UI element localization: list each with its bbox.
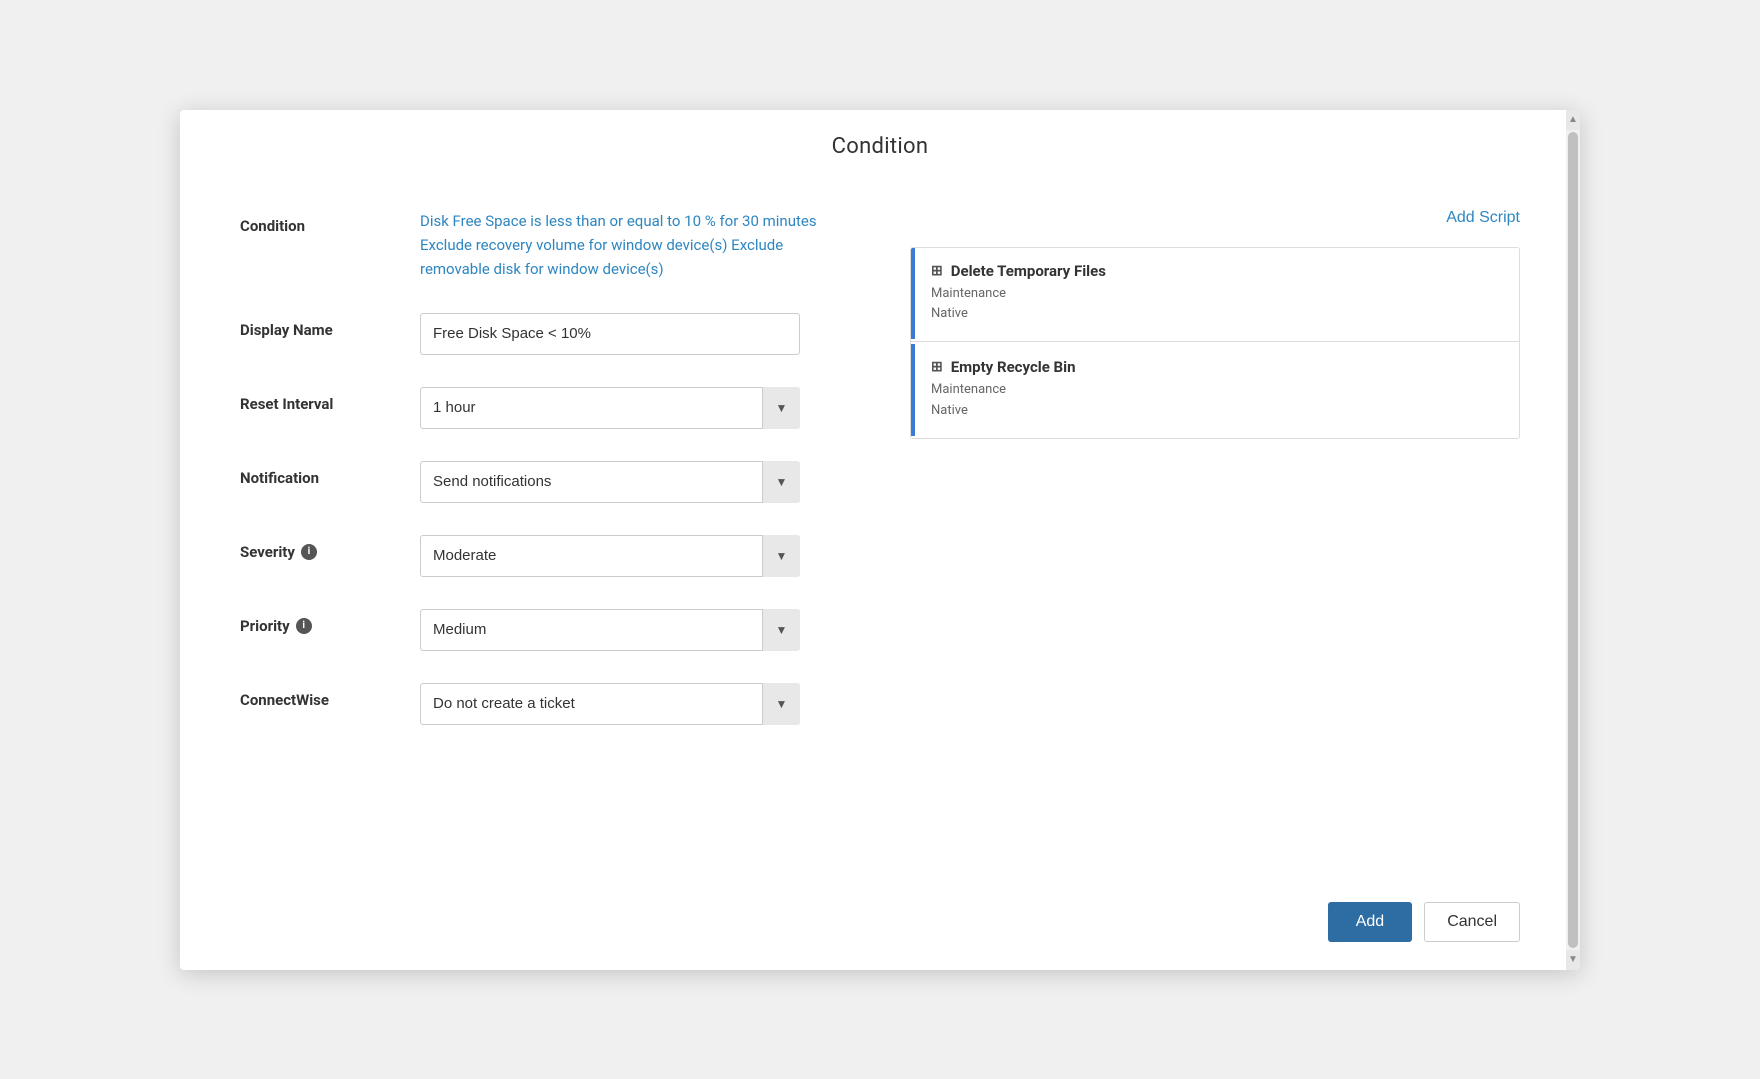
cancel-button[interactable]: Cancel — [1424, 902, 1520, 942]
notification-value: Send notifications Do not send notificat… — [420, 461, 850, 503]
severity-label: Severity i — [240, 535, 420, 561]
condition-value: Disk Free Space is less than or equal to… — [420, 209, 850, 281]
priority-select[interactable]: Low Medium High — [420, 609, 800, 651]
display-name-row: Display Name — [240, 313, 850, 355]
connectwise-label: ConnectWise — [240, 683, 420, 709]
connectwise-row: ConnectWise Do not create a ticket Creat… — [240, 683, 850, 725]
scroll-down-arrow[interactable]: ▼ — [1566, 950, 1580, 970]
priority-info-icon[interactable]: i — [296, 618, 312, 634]
display-name-label: Display Name — [240, 313, 420, 339]
scripts-container: ⊞ Delete Temporary Files Maintenance Nat… — [910, 247, 1520, 439]
display-name-input[interactable] — [420, 313, 800, 355]
notification-select[interactable]: Send notifications Do not send notificat… — [420, 461, 800, 503]
list-item: ⊞ Delete Temporary Files Maintenance Nat… — [911, 248, 1519, 340]
right-header: Add Script — [910, 209, 1520, 227]
modal-footer: Add Cancel — [180, 882, 1580, 970]
notification-label: Notification — [240, 461, 420, 487]
notification-select-wrapper: Send notifications Do not send notificat… — [420, 461, 800, 503]
reset-interval-label: Reset Interval — [240, 387, 420, 413]
priority-select-wrapper: Low Medium High ▼ — [420, 609, 800, 651]
modal-title: Condition — [180, 134, 1580, 159]
condition-modal: ▲ ▼ Condition Condition Disk Free Space … — [180, 110, 1580, 970]
modal-body: Condition Disk Free Space is less than o… — [180, 177, 1580, 882]
priority-label: Priority i — [240, 609, 420, 635]
add-script-button[interactable]: Add Script — [1446, 209, 1520, 227]
severity-info-icon[interactable]: i — [301, 544, 317, 560]
connectwise-select-wrapper: Do not create a ticket Create a ticket ▼ — [420, 683, 800, 725]
list-item: ⊞ Empty Recycle Bin Maintenance Native — [911, 344, 1519, 436]
add-button[interactable]: Add — [1328, 902, 1412, 942]
script-name: ⊞ Delete Temporary Files — [931, 262, 1503, 280]
reset-interval-value: 30 minutes 1 hour 2 hours 4 hours 8 hour… — [420, 387, 850, 429]
left-section: Condition Disk Free Space is less than o… — [240, 209, 850, 757]
condition-row: Condition Disk Free Space is less than o… — [240, 209, 850, 281]
connectwise-value: Do not create a ticket Create a ticket ▼ — [420, 683, 850, 725]
right-section: Add Script ⊞ Delete Temporary Files Main… — [890, 209, 1520, 757]
modal-content: Condition Disk Free Space is less than o… — [240, 209, 1520, 757]
display-name-value — [420, 313, 850, 355]
severity-row: Severity i Low Moderate High Critical ▼ — [240, 535, 850, 577]
severity-value: Low Moderate High Critical ▼ — [420, 535, 850, 577]
script-name: ⊞ Empty Recycle Bin — [931, 358, 1503, 376]
notification-row: Notification Send notifications Do not s… — [240, 461, 850, 503]
script-meta: Maintenance Native — [931, 284, 1503, 326]
reset-interval-select[interactable]: 30 minutes 1 hour 2 hours 4 hours 8 hour… — [420, 387, 800, 429]
divider — [911, 341, 1519, 342]
connectwise-select[interactable]: Do not create a ticket Create a ticket — [420, 683, 800, 725]
modal-header: Condition — [180, 110, 1580, 177]
windows-icon: ⊞ — [931, 263, 943, 279]
reset-interval-select-wrapper: 30 minutes 1 hour 2 hours 4 hours 8 hour… — [420, 387, 800, 429]
severity-select[interactable]: Low Moderate High Critical — [420, 535, 800, 577]
condition-label: Condition — [240, 209, 420, 235]
script-meta: Maintenance Native — [931, 380, 1503, 422]
reset-interval-row: Reset Interval 30 minutes 1 hour 2 hours… — [240, 387, 850, 429]
windows-icon: ⊞ — [931, 359, 943, 375]
priority-row: Priority i Low Medium High ▼ — [240, 609, 850, 651]
severity-select-wrapper: Low Moderate High Critical ▼ — [420, 535, 800, 577]
condition-text: Disk Free Space is less than or equal to… — [420, 212, 817, 278]
priority-value: Low Medium High ▼ — [420, 609, 850, 651]
